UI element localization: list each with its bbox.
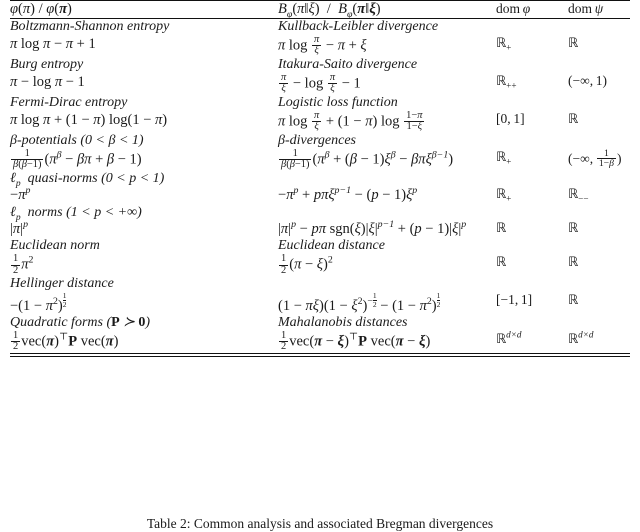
- dom-psi-spacer: [568, 133, 630, 149]
- dom-psi-spacer: [568, 276, 630, 292]
- table-row: Quadratic forms (P ≻ 0) Mahalanobis dist…: [10, 315, 630, 331]
- divergence-name: Euclidean distance: [278, 238, 385, 254]
- generator-name: β-potentials (0 < β < 1): [10, 132, 144, 148]
- divergence-formula: 1 β(β−1) (πβ + (β − 1)ξβ − βπξβ−1): [279, 147, 454, 171]
- generator-formula: 1 β(β−1) (πβ − βπ + β − 1): [11, 147, 142, 171]
- header-divergence: Bφ(π‖ξ) / Bφ(π‖ξ): [278, 1, 381, 20]
- table-row: Hellinger distance: [10, 276, 630, 292]
- divergence-formula: |π|p − pπ sgn(ξ)|ξ|p−1 + (p − 1)|ξ|p: [278, 219, 467, 238]
- dom-phi-spacer: [496, 57, 568, 73]
- generator-formula: |π|p: [10, 219, 28, 238]
- divergence-name: [278, 205, 496, 221]
- table-row-formula: 1 β(β−1) (πβ − βπ + β − 1) 1 β(β−1) (πβ + (β…: [10, 147, 630, 171]
- bregman-divergence-table: φ(π) / φ(π) Bφ(π‖ξ) / Bφ(π‖ξ) dom φ dom …: [10, 1, 630, 20]
- divergence-formula: (1 − πξ)(1 − ξ2)− 1 2 − (1 − π2) 1 2: [278, 291, 441, 314]
- dom-phi-spacer: [496, 19, 568, 35]
- table-row: β-potentials (0 < β < 1) β-divergences: [10, 133, 630, 149]
- table-row-formula: −(1 − π2) 1 2 (1 − πξ)(1 − ξ2)− 1 2 − (1 − π…: [10, 292, 630, 315]
- dom-phi-spacer: [496, 238, 568, 254]
- divergence-name: Logistic loss function: [278, 94, 398, 110]
- divergence-formula: π log πξ − π + ξ: [278, 33, 367, 57]
- table-row-formula: |π|p |π|p − pπ sgn(ξ)|ξ|p−1 + (p − 1)|ξ|…: [10, 220, 630, 238]
- table-caption: Table 2: Common analysis and associated …: [0, 516, 640, 532]
- generator-formula: −(1 − π2) 1 2: [10, 291, 67, 314]
- dom-psi-value: ℝ: [568, 221, 579, 237]
- dom-psi-value: ℝd×d: [568, 329, 594, 347]
- divergence-name: Kullback-Leibler divergence: [278, 19, 439, 34]
- table-row-formula: −πp −πp + pπξp−1 − (p − 1)ξp ℝ+ ℝ−−: [10, 186, 630, 204]
- table-page: φ(π) / φ(π) Bφ(π‖ξ) / Bφ(π‖ξ) dom φ dom …: [0, 0, 640, 531]
- dom-psi-value: (−∞, 1): [568, 72, 608, 88]
- table-row-formula: 1 2 vec(π)⊤P vec(π) 1 2 vec(π − ξ)⊤P vec(π −…: [10, 329, 630, 353]
- divergence-name: Itakura-Saito divergence: [278, 56, 418, 72]
- dom-phi-spacer: [496, 171, 568, 187]
- divergence-name: [278, 276, 496, 292]
- generator-name: Boltzmann-Shannon entropy: [10, 19, 170, 34]
- dom-phi-value: ℝ+: [496, 149, 512, 167]
- dom-phi-value: ℝ: [496, 255, 507, 271]
- dom-phi-value: [−1, 1]: [496, 292, 533, 308]
- table-row: Burg entropy Itakura-Saito divergence: [10, 57, 630, 73]
- generator-name: ℓp quasi-norms (0 < p < 1): [10, 170, 165, 189]
- divergence-formula: 1 2 vec(π − ξ)⊤P vec(π − ξ): [279, 329, 431, 353]
- table-row-formula: π log π + (1 − π) log(1 − π) π log πξ + …: [10, 109, 630, 133]
- divergence-formula: πξ − log πξ − 1: [279, 71, 361, 95]
- table-row: Boltzmann-Shannon entropy Kullback-Leibl…: [10, 19, 630, 35]
- generator-formula: π − log π − 1: [10, 73, 85, 90]
- bregman-divergence-body: Boltzmann-Shannon entropy Kullback-Leibl…: [10, 19, 630, 353]
- divergence-name: Mahalanobis distances: [278, 315, 408, 331]
- dom-psi-spacer: [568, 238, 630, 254]
- generator-formula: π log π − π + 1: [10, 35, 96, 52]
- divergence-name: [278, 171, 496, 187]
- dom-psi-spacer: [568, 95, 630, 111]
- table-header: φ(π) / φ(π) Bφ(π‖ξ) / Bφ(π‖ξ) dom φ dom …: [10, 1, 630, 20]
- generator-name: Euclidean norm: [10, 238, 100, 254]
- dom-psi-spacer: [568, 171, 630, 187]
- generator-name: ℓp norms (1 < p < +∞): [10, 204, 142, 223]
- dom-phi-value: ℝ+: [496, 35, 512, 53]
- generator-formula: π log π + (1 − π) log(1 − π): [10, 111, 168, 128]
- dom-phi-spacer: [496, 205, 568, 221]
- dom-psi-value: ℝ: [568, 35, 579, 51]
- table-row: ℓp norms (1 < p < +∞): [10, 204, 630, 223]
- dom-phi-spacer: [496, 133, 568, 149]
- dom-phi-value: ℝ++: [496, 73, 517, 91]
- table-row: Euclidean norm Euclidean distance: [10, 238, 630, 254]
- bottom-rule: [10, 353, 630, 358]
- dom-psi-value: ℝ: [568, 255, 579, 271]
- generator-name: Quadratic forms (P ≻ 0): [10, 315, 151, 331]
- dom-psi-value: (−∞, 1 1−β): [568, 147, 622, 170]
- generator-name: Hellinger distance: [10, 276, 114, 292]
- dom-psi-spacer: [568, 205, 630, 221]
- dom-phi-value: ℝ+: [496, 187, 512, 205]
- table-row: Fermi-Dirac entropy Logistic loss functi…: [10, 95, 630, 111]
- generator-name: Fermi-Dirac entropy: [10, 94, 128, 110]
- header-row: φ(π) / φ(π) Bφ(π‖ξ) / Bφ(π‖ξ) dom φ dom …: [10, 1, 630, 20]
- header-dom-psi: dom ψ: [568, 1, 604, 16]
- divergence-name: β-divergences: [278, 132, 356, 148]
- table-row-formula: π log π − π + 1 π log πξ − π + ξ ℝ+ ℝ: [10, 33, 630, 57]
- dom-psi-spacer: [568, 57, 630, 73]
- generator-formula: 1 2 π2: [11, 253, 34, 276]
- dom-phi-value: ℝ: [496, 221, 507, 237]
- generator-formula: 1 2 vec(π)⊤P vec(π): [11, 329, 119, 353]
- table-row: ℓp quasi-norms (0 < p < 1): [10, 170, 630, 189]
- dom-phi-value: ℝd×d: [496, 329, 522, 347]
- dom-psi-value: ℝ: [568, 293, 579, 309]
- dom-psi-value: ℝ: [568, 111, 579, 127]
- divergence-formula: 1 2 (π − ξ)2: [279, 253, 333, 276]
- dom-phi-value: [0, 1]: [496, 110, 525, 126]
- table-row-formula: π − log π − 1 πξ − log πξ − 1 ℝ++ (−∞, 1…: [10, 71, 630, 95]
- divergence-formula: −πp + pπξp−1 − (p − 1)ξp: [278, 185, 418, 204]
- dom-psi-value: ℝ−−: [568, 187, 589, 205]
- table-row-formula: 1 2 π2 1 2 (π − ξ)2 ℝ ℝ: [10, 253, 630, 276]
- generator-name: Burg entropy: [10, 56, 84, 72]
- header-dom-phi: dom φ: [496, 1, 531, 16]
- header-generator: φ(π) / φ(π): [10, 1, 72, 17]
- dom-phi-spacer: [496, 276, 568, 292]
- dom-phi-spacer: [496, 95, 568, 111]
- dom-psi-spacer: [568, 19, 630, 35]
- generator-formula: −πp: [10, 185, 31, 204]
- divergence-formula: π log πξ + (1 − π) log 1−π 1−ξ: [278, 109, 425, 133]
